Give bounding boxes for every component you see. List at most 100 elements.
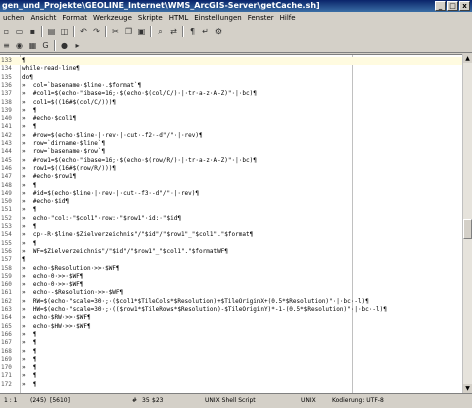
code-line[interactable]: 155 » ¶ <box>0 240 462 248</box>
code-text: » ¶ <box>22 239 37 247</box>
wordwrap-icon[interactable]: ↵ <box>200 26 211 37</box>
scroll-up-icon[interactable]: ▲ <box>463 54 472 63</box>
scroll-down-icon[interactable]: ▼ <box>463 384 472 393</box>
code-text: » ¶ <box>22 372 37 380</box>
line-number: 145 <box>1 156 12 164</box>
line-number: 157 <box>1 256 12 264</box>
line-number: 151 <box>1 206 12 214</box>
menu-item-format[interactable]: Format <box>59 12 90 24</box>
menu-item-ansicht[interactable]: Ansicht <box>27 12 59 24</box>
save-icon[interactable]: ▪ <box>27 26 38 37</box>
code-line[interactable]: 152 » echo·"col:·"$col1"·row:·"$row1"·id:… <box>0 215 462 223</box>
line-number: 149 <box>1 189 12 197</box>
code-text: » ¶ <box>22 181 37 189</box>
code-line[interactable]: 145 » #row1=$(echo·"ibase=16;·$(echo·$(ro… <box>0 157 462 165</box>
code-line[interactable]: 161 » echo·-$Resolution·>>·$WF¶ <box>0 289 462 297</box>
code-line[interactable]: 141 » ¶ <box>0 123 462 131</box>
close-icon[interactable]: x <box>459 1 470 11</box>
list-icon[interactable]: ≡ <box>1 40 12 51</box>
code-line[interactable]: 143 » row=`dirname·$line`¶ <box>0 140 462 148</box>
preview-icon[interactable]: ◫ <box>59 26 70 37</box>
tools-icon[interactable]: ⚙ <box>213 26 224 37</box>
redo-icon[interactable]: ↷ <box>91 26 102 37</box>
toolbar-separator <box>182 25 184 37</box>
code-editor[interactable]: 133 ¶ 134 while·read·line¶ 135 do¶ 136 » col=`b… <box>0 54 462 394</box>
cut-icon[interactable]: ✂ <box>110 26 121 37</box>
code-line[interactable]: 160 » echo·0·>>·$WF¶ <box>0 281 462 289</box>
code-line[interactable]: 144 » row=`basename·$row`¶ <box>0 148 462 156</box>
line-number: 141 <box>1 123 12 131</box>
line-number: 137 <box>1 90 12 98</box>
code-line[interactable]: 134 while·read·line¶ <box>0 65 462 73</box>
scroll-thumb[interactable] <box>463 219 472 239</box>
browser-icon[interactable]: ◉ <box>14 40 25 51</box>
new-file-icon[interactable]: ▫ <box>1 26 12 37</box>
code-line[interactable]: 135 do¶ <box>0 74 462 82</box>
play-icon[interactable]: ▸ <box>72 40 83 51</box>
toolbar-separator <box>41 25 43 37</box>
code-line[interactable]: 164 » echo·$RW·>>·$WF¶ <box>0 314 462 322</box>
menu-item-fenster[interactable]: Fenster <box>245 12 277 24</box>
code-line[interactable]: 151 » ¶ <box>0 206 462 214</box>
paragraph-icon[interactable]: ¶ <box>187 26 198 37</box>
paste-icon[interactable]: ▣ <box>136 26 147 37</box>
record-icon[interactable]: ● <box>59 40 70 51</box>
code-line[interactable]: 148 » ¶ <box>0 182 462 190</box>
vertical-scrollbar[interactable]: ▲ ▼ <box>462 54 472 393</box>
code-text: » echo·$HW·>>·$WF¶ <box>22 322 91 330</box>
code-line[interactable]: 139 » ¶ <box>0 107 462 115</box>
code-line[interactable]: 136 » col=`basename·$line·.$format`¶ <box>0 82 462 90</box>
undo-icon[interactable]: ↶ <box>78 26 89 37</box>
line-number: 134 <box>1 65 12 73</box>
menu-item-hilfe[interactable]: Hilfe <box>277 12 299 24</box>
code-line[interactable]: 147 » #echo·$row1¶ <box>0 173 462 181</box>
code-line[interactable]: 167 » ¶ <box>0 339 462 347</box>
code-text: while·read·line¶ <box>22 65 80 73</box>
find-icon[interactable]: ⌕ <box>155 26 166 37</box>
code-line[interactable]: 146 » row1=$((16#$(row/R/)))¶ <box>0 165 462 173</box>
toolbar-separator <box>54 39 56 51</box>
code-line[interactable]: 137 » #col1=$(echo·"ibase=16;·$(echo·$(co… <box>0 90 462 98</box>
menu-item-werkzeuge[interactable]: Werkzeuge <box>90 12 135 24</box>
menu-item-html[interactable]: HTML <box>166 12 191 24</box>
maximize-icon[interactable]: □ <box>447 1 458 11</box>
grid-icon[interactable]: ▦ <box>27 40 38 51</box>
code-line[interactable]: 172 » ¶ <box>0 381 462 389</box>
code-line[interactable]: 156 » WF=$Zielverzeichnis"/"$id"/"$row1"_… <box>0 248 462 256</box>
code-line[interactable]: 162 » RW=$(echo·"scale=30·;·($col1*$TileC… <box>0 298 462 306</box>
menu-item-skripte[interactable]: Skripte <box>135 12 166 24</box>
code-line[interactable]: 149 » #id=$(echo·$line·|·rev·|·cut·-f3·-d… <box>0 190 462 198</box>
code-text: » echo·$Resolution·>>·$WF¶ <box>22 264 120 272</box>
code-line[interactable]: 157 ¶ <box>0 256 462 264</box>
code-line[interactable]: 166 » ¶ <box>0 331 462 339</box>
code-text: » #echo·$col1¶ <box>22 115 77 123</box>
copy-icon[interactable]: ❐ <box>123 26 134 37</box>
menu-item-einstellungen[interactable]: Einstellungen <box>191 12 244 24</box>
status-bar: 1 : 1 (245) [5610] # 35 $23 UNIX Shell S… <box>0 393 472 408</box>
code-line[interactable]: 163 » HW=$(echo·"scale=30·;·(($row1*$Tile… <box>0 306 462 314</box>
code-line[interactable]: 168 » ¶ <box>0 348 462 356</box>
open-file-icon[interactable]: ▭ <box>14 26 25 37</box>
code-line[interactable]: 169 » ¶ <box>0 356 462 364</box>
code-line[interactable]: 165 » echo·$HW·>>·$WF¶ <box>0 323 462 331</box>
code-line[interactable]: 138 » col1=$((16#$(col/C/)))¶ <box>0 99 462 107</box>
google-icon[interactable]: G <box>40 40 51 51</box>
code-line[interactable]: 142 » #row=$(echo·$line·|·rev·|·cut·-f2·-… <box>0 132 462 140</box>
line-number: 155 <box>1 239 12 247</box>
code-line[interactable]: 171 » ¶ <box>0 372 462 380</box>
code-line[interactable]: 153 » ¶ <box>0 223 462 231</box>
code-line[interactable]: 154 » cp·-R·$line·$Zielverzeichnis"/"$id"… <box>0 231 462 239</box>
line-number: 168 <box>1 347 12 355</box>
menu-item-suchen[interactable]: uchen <box>0 12 27 24</box>
line-ending: UNIX <box>301 397 316 404</box>
code-line[interactable]: 133 ¶ <box>0 57 462 65</box>
code-line[interactable]: 170 » ¶ <box>0 364 462 372</box>
code-line[interactable]: 158 » echo·$Resolution·>>·$WF¶ <box>0 265 462 273</box>
code-line[interactable]: 140 » #echo·$col1¶ <box>0 115 462 123</box>
code-line[interactable]: 150 » #echo·$id¶ <box>0 198 462 206</box>
minimize-icon[interactable]: _ <box>435 1 446 11</box>
print-icon[interactable]: ▤ <box>46 26 57 37</box>
cursor-position: 1 : 1 <box>4 397 18 404</box>
code-line[interactable]: 159 » echo·0·>>·$WF¶ <box>0 273 462 281</box>
replace-icon[interactable]: ⇄ <box>168 26 179 37</box>
